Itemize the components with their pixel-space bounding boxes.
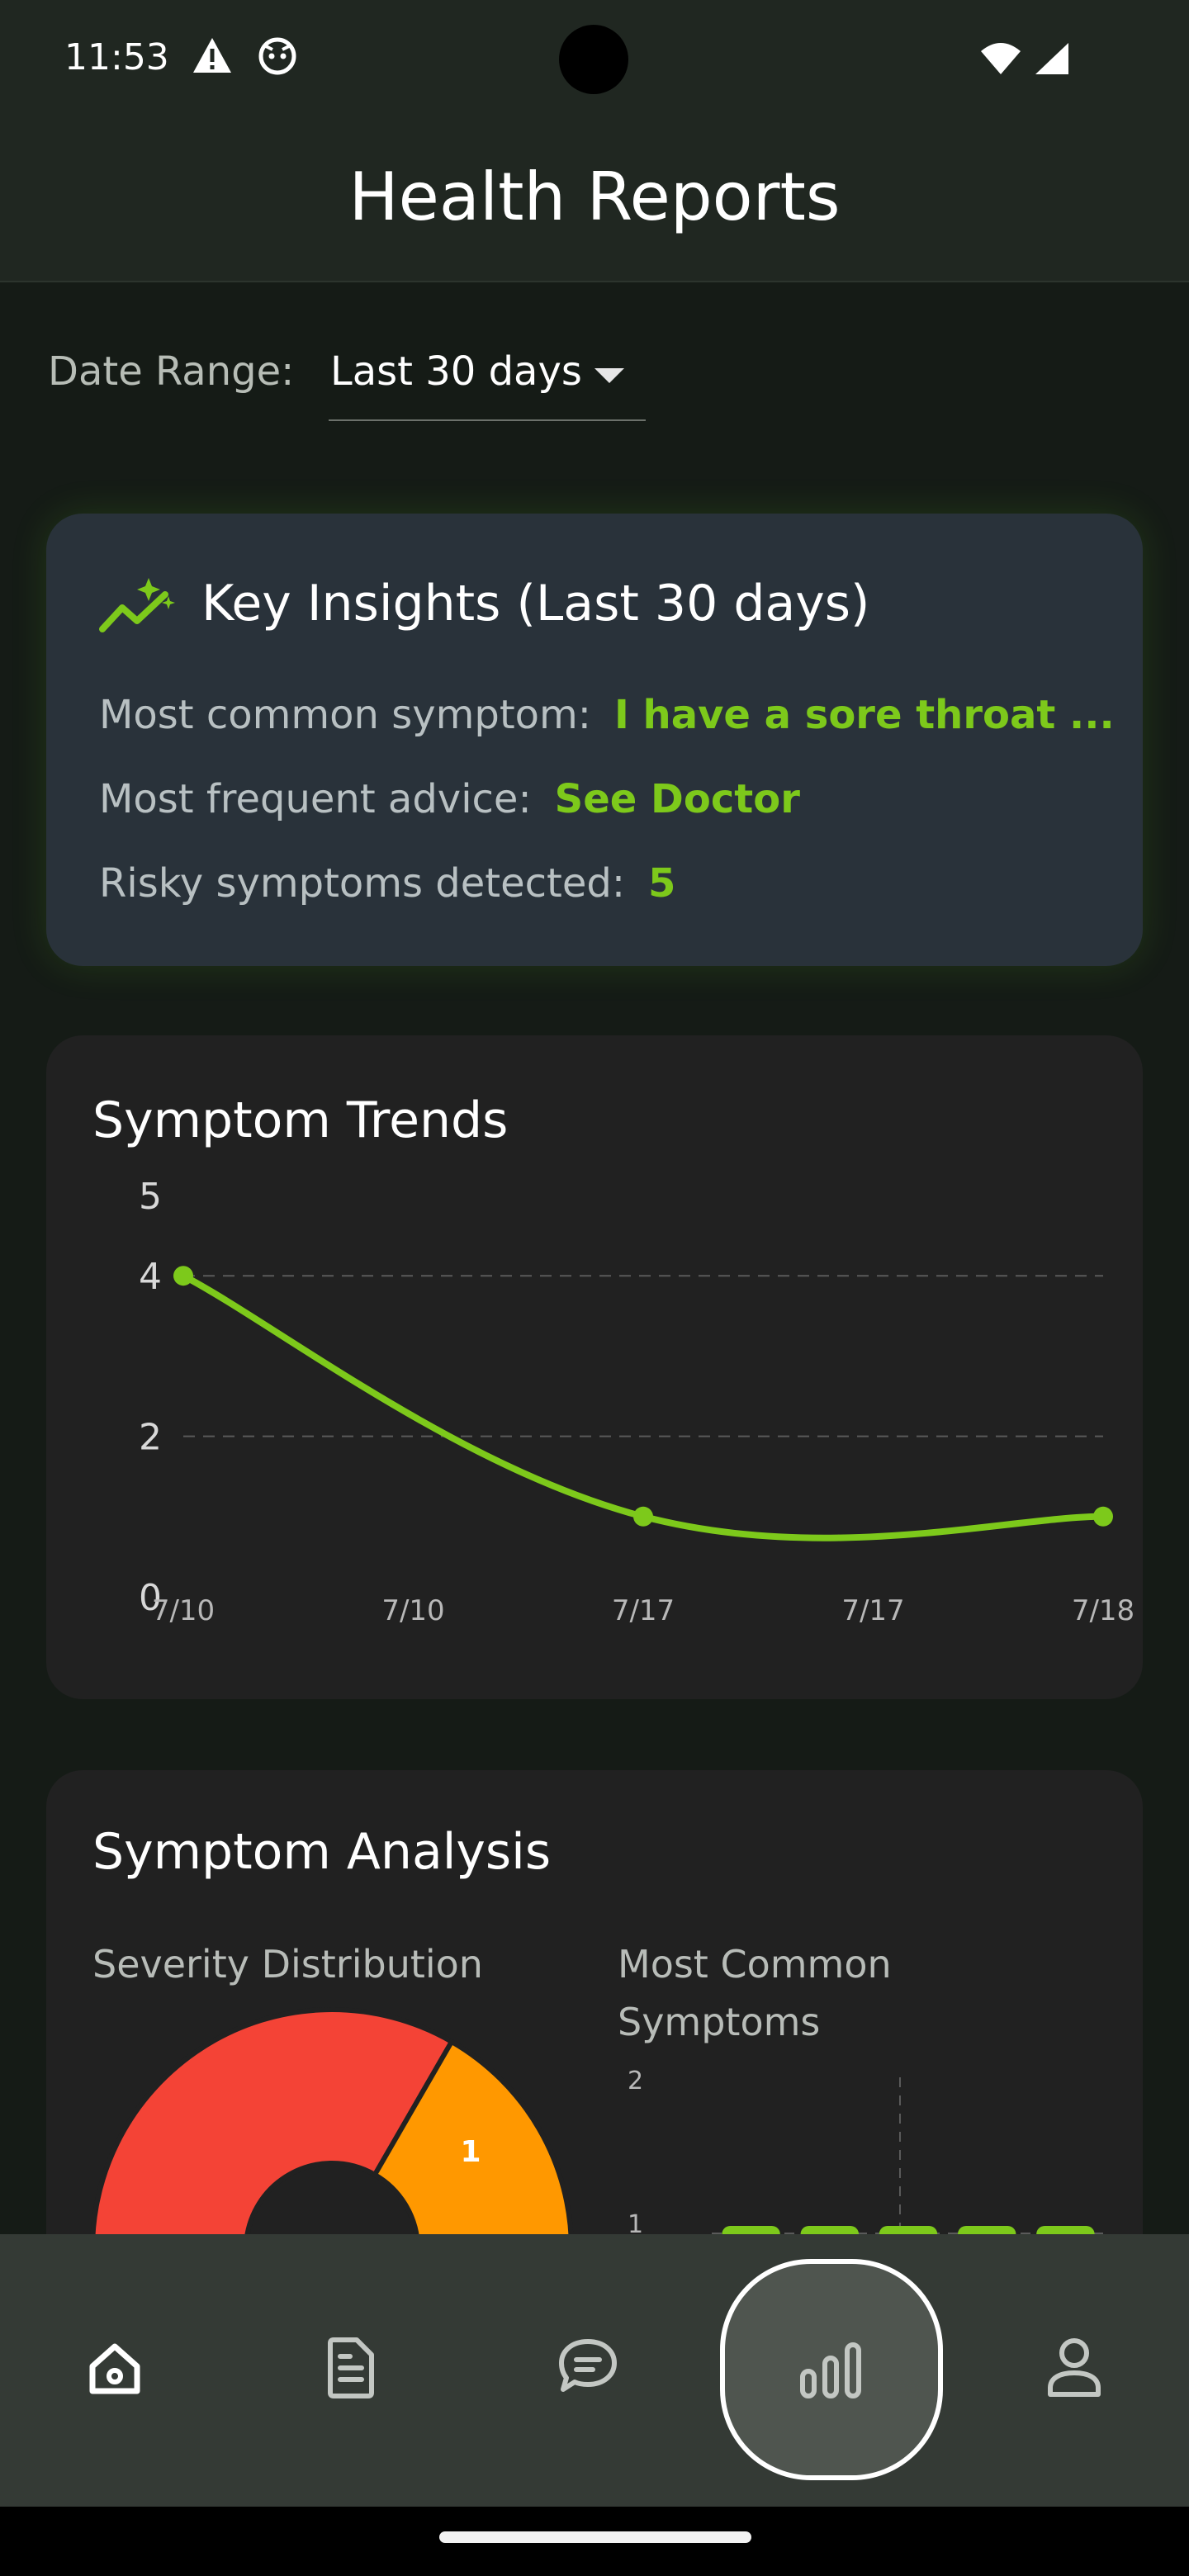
date-range-label: Date Range:	[48, 348, 295, 395]
document-icon	[328, 2337, 374, 2398]
insight-row-frequent-advice: Most frequent advice: See Doctor	[99, 776, 800, 822]
insight-label: Risky symptoms detected:	[99, 860, 626, 907]
insight-row-risky-symptoms: Risky symptoms detected: 5	[99, 860, 675, 907]
trending-sparkle-icon	[99, 578, 175, 632]
status-bar: 11:53	[0, 0, 1189, 124]
data-point	[173, 1266, 193, 1286]
insights-title: Key Insights (Last 30 days)	[201, 575, 870, 632]
warning-icon	[193, 38, 231, 73]
bar-chart-icon	[800, 2342, 861, 2398]
key-insights-card: Key Insights (Last 30 days) Most common …	[46, 514, 1143, 966]
insight-label: Most common symptom:	[99, 692, 591, 738]
x-tick-label: 7/17	[841, 1594, 904, 1627]
y-tick-label: 4	[139, 1256, 162, 1298]
insight-row-common-symptom: Most common symptom: I have a sore throat…	[99, 692, 1115, 738]
chat-icon	[559, 2339, 617, 2392]
x-tick-label: 7/10	[381, 1594, 444, 1627]
symptom-trends-card: Symptom Trends 0 2 4 5 7/10 7/10 7/17 7/17 7/18	[46, 1035, 1143, 1699]
dropdown-caret-icon	[594, 368, 624, 383]
insight-value: See Doctor	[554, 776, 800, 822]
system-gesture-area	[0, 2507, 1189, 2576]
trend-line	[180, 1272, 1106, 1541]
date-range-value: Last 30 days	[330, 348, 582, 395]
nav-reports[interactable]	[269, 2234, 434, 2507]
status-time: 11:53	[64, 36, 169, 78]
nav-home[interactable]	[33, 2234, 198, 2507]
android-face-icon	[258, 37, 296, 75]
camera-cutout	[559, 25, 628, 94]
x-tick-label: 7/10	[152, 1594, 215, 1627]
symptom-trend-chart: 02457/10 7/10 7/17 7/17 7/18	[139, 1176, 1135, 1627]
profile-icon	[1048, 2338, 1101, 2397]
page-title: Health Reports	[348, 159, 841, 235]
y-tick-label: 5	[139, 1176, 162, 1218]
y-tick-label: 2	[628, 2067, 643, 2095]
data-point	[1093, 1506, 1113, 1527]
x-tick-label: 7/18	[1072, 1594, 1135, 1627]
nav-profile[interactable]	[991, 2234, 1156, 2507]
x-tick-label: 7/17	[612, 1594, 675, 1627]
gesture-handle[interactable]	[439, 2531, 751, 2543]
insight-label: Most frequent advice:	[99, 776, 532, 822]
date-range-dropdown[interactable]: Last 30 days	[329, 334, 646, 421]
cell-signal-icon	[1035, 43, 1068, 74]
nav-chat[interactable]	[505, 2234, 670, 2507]
insight-value: I have a sore throat ...	[613, 692, 1115, 738]
home-icon	[89, 2343, 140, 2394]
data-point	[633, 1506, 653, 1527]
insight-value: 5	[648, 860, 676, 907]
bottom-navigation	[0, 2234, 1189, 2507]
y-tick-label: 2	[139, 1417, 162, 1459]
nav-reports-charts[interactable]	[720, 2259, 943, 2480]
app-bar: Health Reports	[0, 124, 1189, 282]
severity-slice-label: 1	[460, 2135, 481, 2169]
wifi-icon	[981, 43, 1021, 74]
